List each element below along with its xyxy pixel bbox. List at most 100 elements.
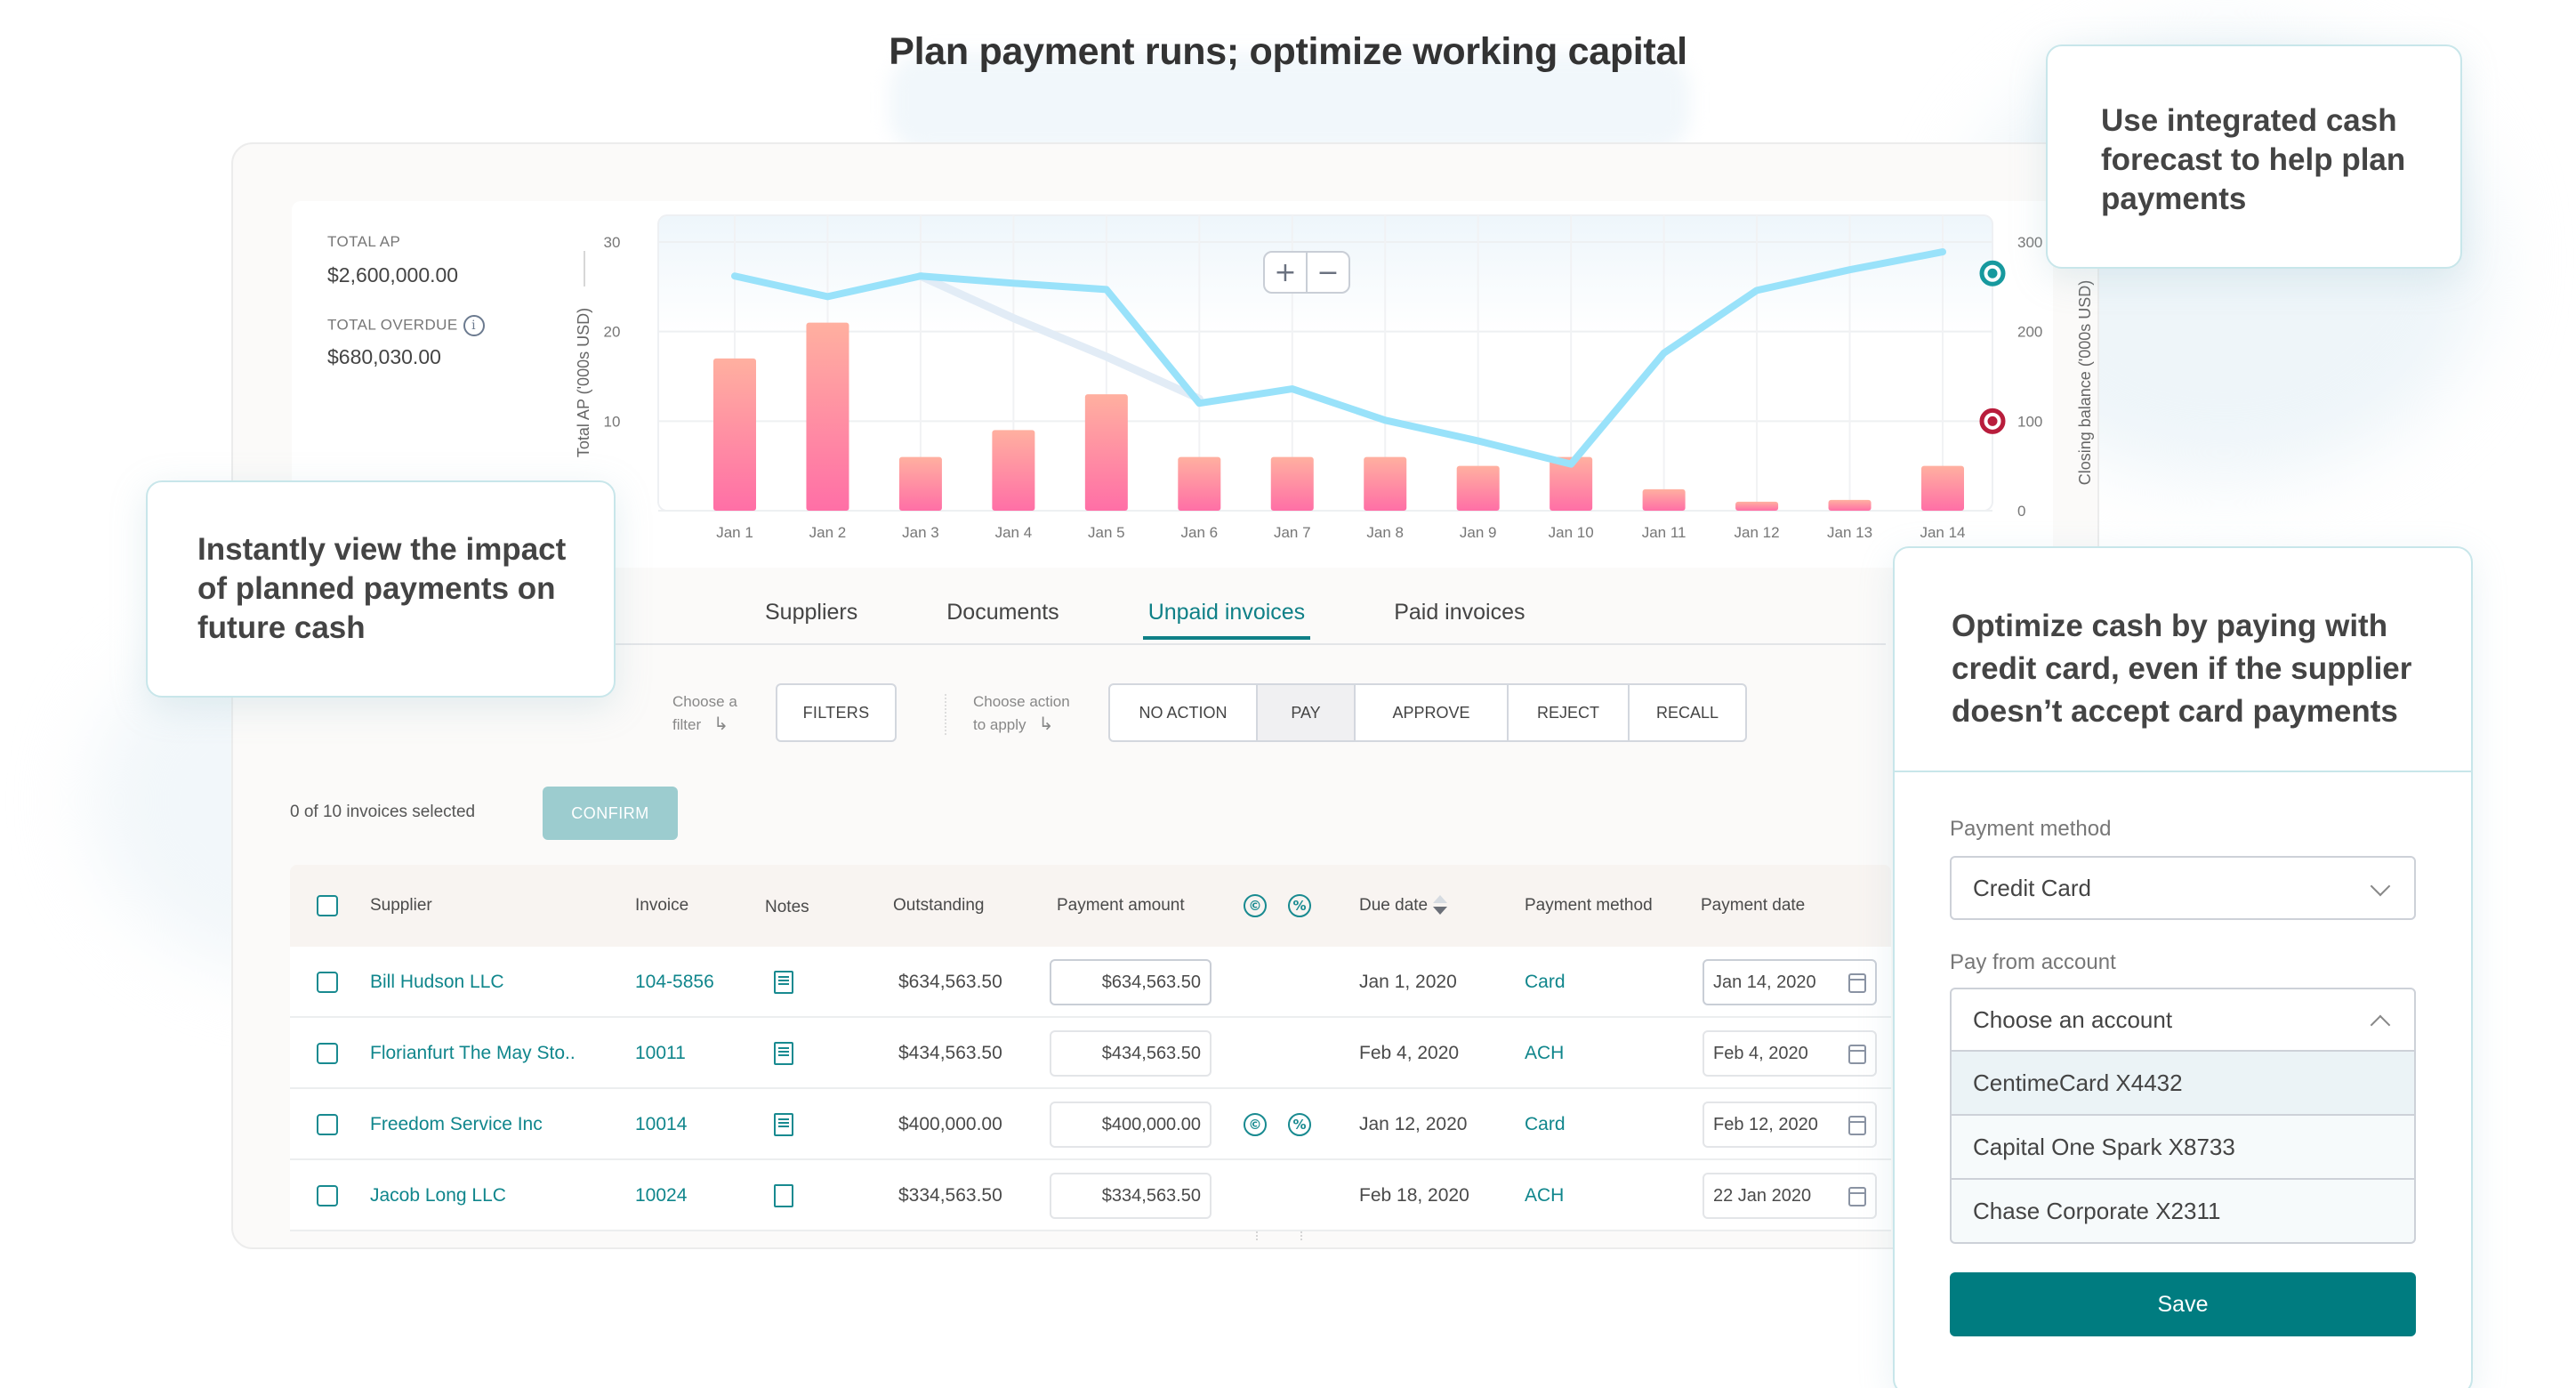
pay-from-select[interactable]: Choose an account — [1950, 988, 2416, 1052]
calendar-icon[interactable] — [1848, 1187, 1866, 1206]
header-payment-method[interactable]: Payment method — [1525, 865, 1653, 947]
filters-button[interactable]: FILTERS — [776, 683, 897, 742]
bar-jan-6 — [1178, 456, 1221, 511]
action-recall[interactable]: RECALL — [1630, 685, 1745, 740]
save-button[interactable]: Save — [1950, 1272, 2416, 1336]
payment-amount-cell — [1050, 947, 1212, 1018]
supplier-link[interactable]: Freedom Service Inc — [370, 1089, 543, 1160]
x-tick-label: Jan 12 — [1735, 524, 1780, 541]
account-option[interactable]: Capital One Spark X8733 — [1952, 1114, 2414, 1178]
action-reject[interactable]: REJECT — [1509, 685, 1630, 740]
notes-cell — [774, 1160, 793, 1231]
account-option[interactable]: Chase Corporate X2311 — [1952, 1178, 2414, 1242]
payment-amount-input[interactable] — [1050, 1173, 1212, 1219]
discount-icon[interactable]: % — [1288, 1113, 1311, 1136]
payment-form: Payment method Credit Card Pay from acco… — [1893, 0, 2473, 1388]
payment-amount-input[interactable] — [1050, 1102, 1212, 1148]
header-outstanding[interactable]: Outstanding — [893, 865, 984, 947]
filter-hint: Choose a filter ↳ — [672, 690, 737, 736]
header-supplier[interactable]: Supplier — [370, 865, 432, 947]
header-invoice[interactable]: Invoice — [635, 865, 688, 947]
payment-date-input[interactable]: Jan 14, 2020 — [1703, 959, 1877, 1005]
invoice-link[interactable]: 104-5856 — [635, 947, 714, 1018]
payment-method-link[interactable]: ACH — [1525, 1160, 1564, 1231]
select-all-cell — [317, 865, 338, 947]
zoom-in-button[interactable]: + — [1265, 253, 1306, 292]
discount-flag-cell: % — [1288, 1089, 1311, 1160]
payment-date-input[interactable]: 22 Jan 2020 — [1703, 1173, 1877, 1219]
payment-amount-input[interactable] — [1050, 1030, 1212, 1077]
payment-date-cell: Feb 4, 2020 — [1703, 1018, 1877, 1089]
zoom-out-button[interactable]: − — [1306, 253, 1348, 292]
payment-date-input[interactable]: Feb 4, 2020 — [1703, 1030, 1877, 1077]
supplier-link[interactable]: Florianfurt The May Sto.. — [370, 1018, 576, 1089]
table-row: Freedom Service Inc 10014 $400,000.00 ©% Jan… — [290, 1089, 1891, 1160]
payment-date-cell: Jan 14, 2020 — [1703, 947, 1877, 1018]
bar-jan-2 — [806, 322, 849, 511]
invoice-link[interactable]: 10014 — [635, 1089, 687, 1160]
arrow-icon: ↳ — [713, 713, 729, 734]
tab-bar: Suppliers Documents Unpaid invoices Paid… — [765, 587, 1614, 640]
payment-date-input[interactable]: Feb 12, 2020 — [1703, 1102, 1877, 1148]
payment-date-value: Feb 4, 2020 — [1713, 1043, 1808, 1063]
action-hint-line2: to apply — [973, 716, 1026, 733]
row-checkbox[interactable] — [317, 1185, 338, 1206]
payment-method-select[interactable]: Credit Card — [1950, 856, 2416, 920]
table-header: Supplier Invoice Notes Outstanding Payme… — [290, 865, 1891, 947]
action-hint: Choose action to apply ↳ — [973, 690, 1070, 736]
x-tick-label: Jan 2 — [809, 524, 847, 541]
row-checkbox[interactable] — [317, 1114, 338, 1135]
x-tick-label: Jan 1 — [716, 524, 753, 541]
payment-method-link[interactable]: Card — [1525, 1089, 1566, 1160]
marketing-screenshot: Plan payment runs; optimize working capi… — [0, 0, 2576, 1388]
account-option[interactable]: CentimeCard X4432 — [1952, 1050, 2414, 1114]
row-checkbox[interactable] — [317, 1043, 338, 1064]
x-tick-label: Jan 10 — [1549, 524, 1594, 541]
table-row: Florianfurt The May Sto.. 10011 $434,563.5… — [290, 1018, 1891, 1089]
action-pay[interactable]: PAY — [1258, 685, 1356, 740]
due-date-value: Feb 4, 2020 — [1359, 1043, 1460, 1063]
payment-date-value: Jan 14, 2020 — [1713, 972, 1816, 992]
invoice-link[interactable]: 10024 — [635, 1160, 687, 1231]
tab-paid-invoices[interactable]: Paid invoices — [1394, 587, 1525, 640]
x-tick-label: Jan 5 — [1088, 524, 1125, 541]
tab-suppliers[interactable]: Suppliers — [765, 587, 857, 640]
tab-documents[interactable]: Documents — [946, 587, 1059, 640]
payment-amount-cell — [1050, 1160, 1212, 1231]
empty-note-icon[interactable] — [774, 1184, 793, 1207]
header-payment-amount[interactable]: Payment amount — [1057, 865, 1185, 947]
header-due-date[interactable]: Due date — [1359, 865, 1448, 947]
header-payment-date[interactable]: Payment date — [1701, 865, 1805, 947]
note-icon[interactable] — [774, 971, 793, 994]
tabs-divider — [605, 643, 1886, 645]
action-no-action[interactable]: NO ACTION — [1110, 685, 1258, 740]
table-row: Bill Hudson LLC 104-5856 $634,563.50 Jan 1,… — [290, 947, 1891, 1018]
outstanding-value: $400,000.00 — [898, 1114, 1002, 1134]
note-icon[interactable] — [774, 1042, 793, 1065]
row-checkbox[interactable] — [317, 972, 338, 993]
payment-amount-input[interactable] — [1050, 959, 1212, 1005]
confirm-button[interactable]: CONFIRM — [543, 787, 678, 840]
credit-card-icon[interactable]: © — [1244, 1113, 1267, 1136]
action-approve[interactable]: APPROVE — [1356, 685, 1509, 740]
supplier-link[interactable]: Jacob Long LLC — [370, 1160, 506, 1231]
table-body: Bill Hudson LLC 104-5856 $634,563.50 Jan 1,… — [290, 947, 1891, 1231]
x-tick-label: Jan 7 — [1274, 524, 1311, 541]
outstanding-value: $634,563.50 — [898, 972, 1002, 992]
supplier-link[interactable]: Bill Hudson LLC — [370, 947, 504, 1018]
calendar-icon[interactable] — [1848, 973, 1866, 993]
callout-impact: Instantly view the impact of planned pay… — [146, 480, 616, 698]
calendar-icon[interactable] — [1848, 1045, 1866, 1064]
invoice-link[interactable]: 10011 — [635, 1018, 686, 1089]
bar-jan-11 — [1642, 488, 1686, 511]
select-all-checkbox[interactable] — [317, 895, 338, 916]
calendar-icon[interactable] — [1848, 1116, 1866, 1135]
payment-method-link[interactable]: ACH — [1525, 1018, 1564, 1089]
invoices-table: Supplier Invoice Notes Outstanding Payme… — [290, 865, 1891, 1231]
note-icon[interactable] — [774, 1113, 793, 1136]
payment-method-link[interactable]: Card — [1525, 947, 1566, 1018]
payment-amount-cell — [1050, 1018, 1212, 1089]
notes-cell — [774, 1089, 793, 1160]
tab-unpaid-invoices[interactable]: Unpaid invoices — [1142, 587, 1310, 640]
header-notes[interactable]: Notes — [765, 867, 809, 948]
